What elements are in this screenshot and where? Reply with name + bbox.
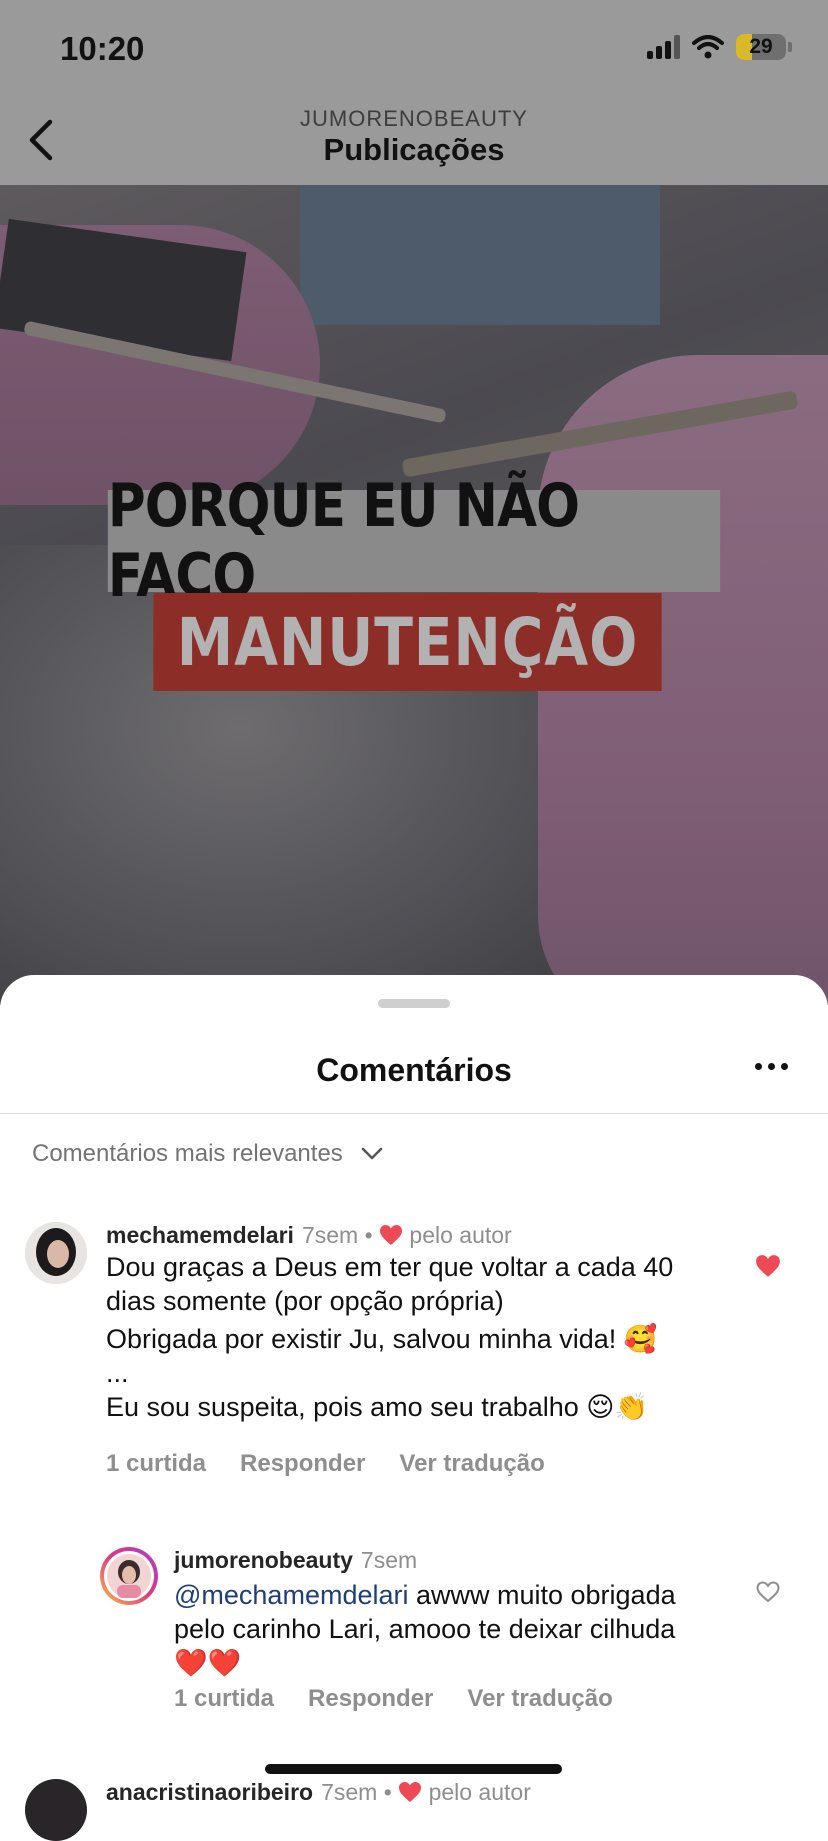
wifi-icon [692,35,724,59]
heart-filled-icon [399,1782,422,1802]
background-shape [300,185,660,325]
liked-by-author: pelo autor [428,1779,531,1805]
status-icons: 29 [647,34,792,60]
comment-line: Dou graças a Deus em ter que voltar a ca… [106,1252,674,1282]
avatar-portrait-icon [104,1551,154,1601]
comment-header: anacristinaoribeiro 7sem • pelo autor [106,1779,531,1806]
comment-line-text: awww muito obrigada [408,1580,676,1610]
comment-line: pelo carinho Lari, amooo te deixar cilhu… [174,1614,676,1644]
avatar-portrait-icon [25,1222,87,1284]
cellular-signal-icon [647,35,680,59]
comment-actions: 1 curtida Responder Ver tradução [106,1450,545,1478]
likes-count[interactable]: 1 curtida [106,1450,206,1478]
sheet-grabber[interactable] [378,999,450,1008]
comment-time: 7sem [321,1779,378,1805]
page-title: Publicações [323,132,505,167]
translate-button[interactable]: Ver tradução [467,1685,612,1713]
battery-icon: 29 [736,34,786,60]
liked-by-author: pelo autor [409,1222,512,1248]
comment-line: dias somente (por opção própria) [106,1286,504,1316]
comment-text: Dou graças a Deus em ter que voltar a ca… [106,1250,746,1424]
divider [0,1113,828,1114]
comment-username[interactable]: jumorenobeauty [174,1547,353,1573]
comment-username[interactable]: anacristinaoribeiro [106,1779,313,1805]
reply-button[interactable]: Responder [308,1685,433,1713]
battery-cap [788,42,792,52]
comment-time: 7sem [360,1547,418,1573]
sort-label: Comentários mais relevantes [32,1140,343,1167]
account-name: JUMORENOBEAUTY [300,106,528,131]
battery-level: 29 [749,35,773,58]
reply-button[interactable]: Responder [240,1450,365,1478]
comment-actions: 1 curtida Responder Ver tradução [174,1685,613,1713]
separator-dot: • [364,1222,380,1248]
mention-link[interactable]: @mechamemdelari [174,1580,408,1610]
comment-line: ❤️❤️ [174,1648,242,1678]
heart-outline-icon[interactable] [756,1581,780,1603]
post-overlay-title: PORQUE EU NÃO FAÇO [107,471,721,611]
sort-dropdown[interactable]: Comentários mais relevantes [32,1140,383,1168]
more-options-icon[interactable] [755,1063,788,1070]
heart-filled-icon[interactable] [755,1254,781,1278]
comment-line: Obrigada por existir Ju, salvou minha vi… [106,1324,658,1354]
status-time: 10:20 [60,30,145,67]
comment-time: 7sem [301,1222,359,1248]
comment-header: mechamemdelari 7sem • pelo autor [106,1222,512,1249]
avatar[interactable] [25,1222,87,1284]
post-image[interactable]: PORQUE EU NÃO FAÇO MANUTENÇÃO [0,185,828,1005]
translate-button[interactable]: Ver tradução [399,1450,544,1478]
avatar[interactable] [25,1779,87,1841]
comments-sheet: Comentários Comentários mais relevantes … [0,975,828,1841]
comment-line: @mechamemdelari awww muito obrigada [174,1578,744,1612]
comment-header: jumorenobeauty 7sem [174,1547,417,1574]
separator-dot: • [383,1779,399,1805]
comment-text: @mechamemdelari awww muito obrigada pelo… [174,1578,744,1680]
comment-line: ... [106,1358,129,1388]
post-overlay-subtitle: MANUTENÇÃO [153,593,662,691]
home-indicator [265,1764,562,1774]
avatar[interactable] [100,1547,158,1605]
likes-count[interactable]: 1 curtida [174,1685,274,1713]
comment-username[interactable]: mechamemdelari [106,1222,294,1248]
heart-filled-icon [380,1225,403,1245]
sheet-title: Comentários [316,1052,512,1088]
chevron-down-icon [361,1147,383,1160]
comment-line: Eu sou suspeita, pois amo seu trabalho 😌… [106,1392,649,1422]
